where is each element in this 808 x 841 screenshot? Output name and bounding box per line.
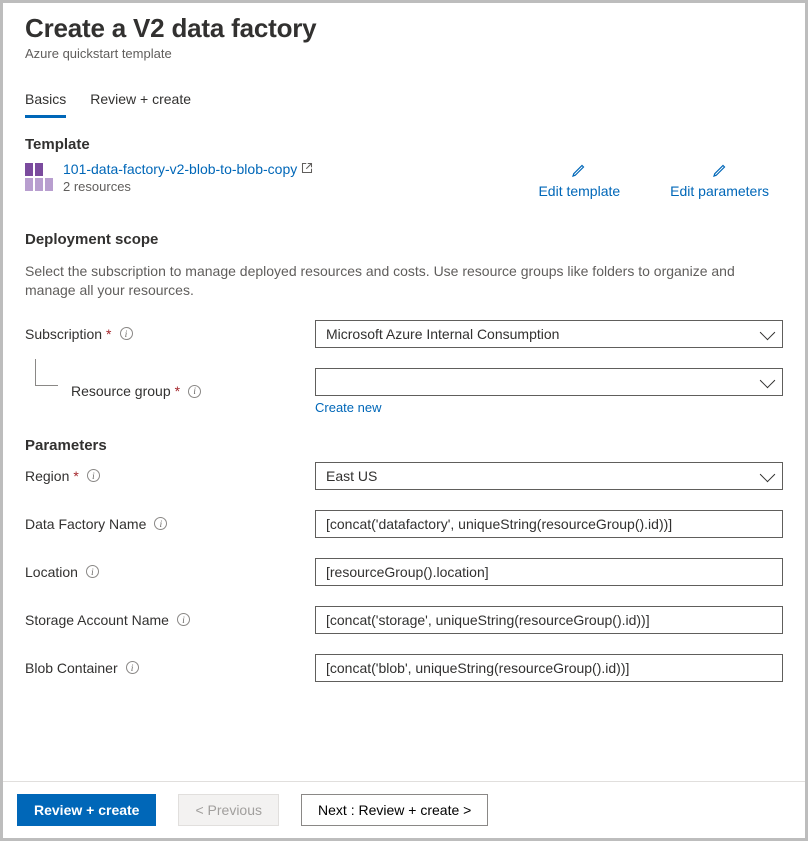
- data-factory-name-label: Data Factory Name i: [25, 516, 315, 532]
- tab-review-create[interactable]: Review + create: [90, 91, 191, 118]
- parameters-heading: Parameters: [25, 437, 783, 454]
- previous-button: < Previous: [178, 794, 279, 826]
- edit-parameters-label: Edit parameters: [670, 183, 769, 199]
- pencil-icon: [711, 161, 729, 179]
- edit-template-button[interactable]: Edit template: [538, 161, 620, 199]
- page-title: Create a V2 data factory: [25, 13, 783, 44]
- tab-basics[interactable]: Basics: [25, 91, 66, 118]
- blob-container-label: Blob Container i: [25, 660, 315, 676]
- create-new-resource-group-link[interactable]: Create new: [315, 400, 783, 415]
- required-marker: *: [106, 326, 111, 342]
- region-select[interactable]: [315, 462, 783, 490]
- tabs: Basics Review + create: [25, 91, 783, 118]
- template-link-text: 101-data-factory-v2-blob-to-blob-copy: [63, 161, 297, 177]
- info-icon[interactable]: i: [154, 517, 167, 530]
- info-icon[interactable]: i: [87, 469, 100, 482]
- resource-group-select[interactable]: [315, 368, 783, 396]
- region-label: Region* i: [25, 468, 315, 484]
- info-icon[interactable]: i: [120, 327, 133, 340]
- required-marker: *: [175, 383, 180, 399]
- location-label: Location i: [25, 564, 315, 580]
- template-link[interactable]: 101-data-factory-v2-blob-to-blob-copy: [63, 161, 313, 177]
- resource-group-label: Resource group* i: [25, 383, 315, 399]
- location-input[interactable]: [315, 558, 783, 586]
- edit-parameters-button[interactable]: Edit parameters: [670, 161, 769, 199]
- info-icon[interactable]: i: [86, 565, 99, 578]
- subscription-select[interactable]: [315, 320, 783, 348]
- page-subtitle: Azure quickstart template: [25, 46, 783, 61]
- pencil-icon: [570, 161, 588, 179]
- required-marker: *: [73, 468, 78, 484]
- subscription-label: Subscription* i: [25, 326, 315, 342]
- data-factory-name-input[interactable]: [315, 510, 783, 538]
- review-create-button[interactable]: Review + create: [17, 794, 156, 826]
- storage-account-name-label: Storage Account Name i: [25, 612, 315, 628]
- template-heading: Template: [25, 136, 783, 153]
- deployment-scope-heading: Deployment scope: [25, 231, 783, 248]
- footer: Review + create < Previous Next : Review…: [3, 781, 805, 838]
- template-resources-count: 2 resources: [63, 179, 313, 194]
- info-icon[interactable]: i: [126, 661, 139, 674]
- next-button[interactable]: Next : Review + create >: [301, 794, 488, 826]
- arm-template-icon: [25, 163, 53, 191]
- storage-account-name-input[interactable]: [315, 606, 783, 634]
- deployment-scope-description: Select the subscription to manage deploy…: [25, 262, 783, 300]
- blob-container-input[interactable]: [315, 654, 783, 682]
- edit-template-label: Edit template: [538, 183, 620, 199]
- info-icon[interactable]: i: [188, 385, 201, 398]
- external-link-icon: [301, 162, 313, 177]
- info-icon[interactable]: i: [177, 613, 190, 626]
